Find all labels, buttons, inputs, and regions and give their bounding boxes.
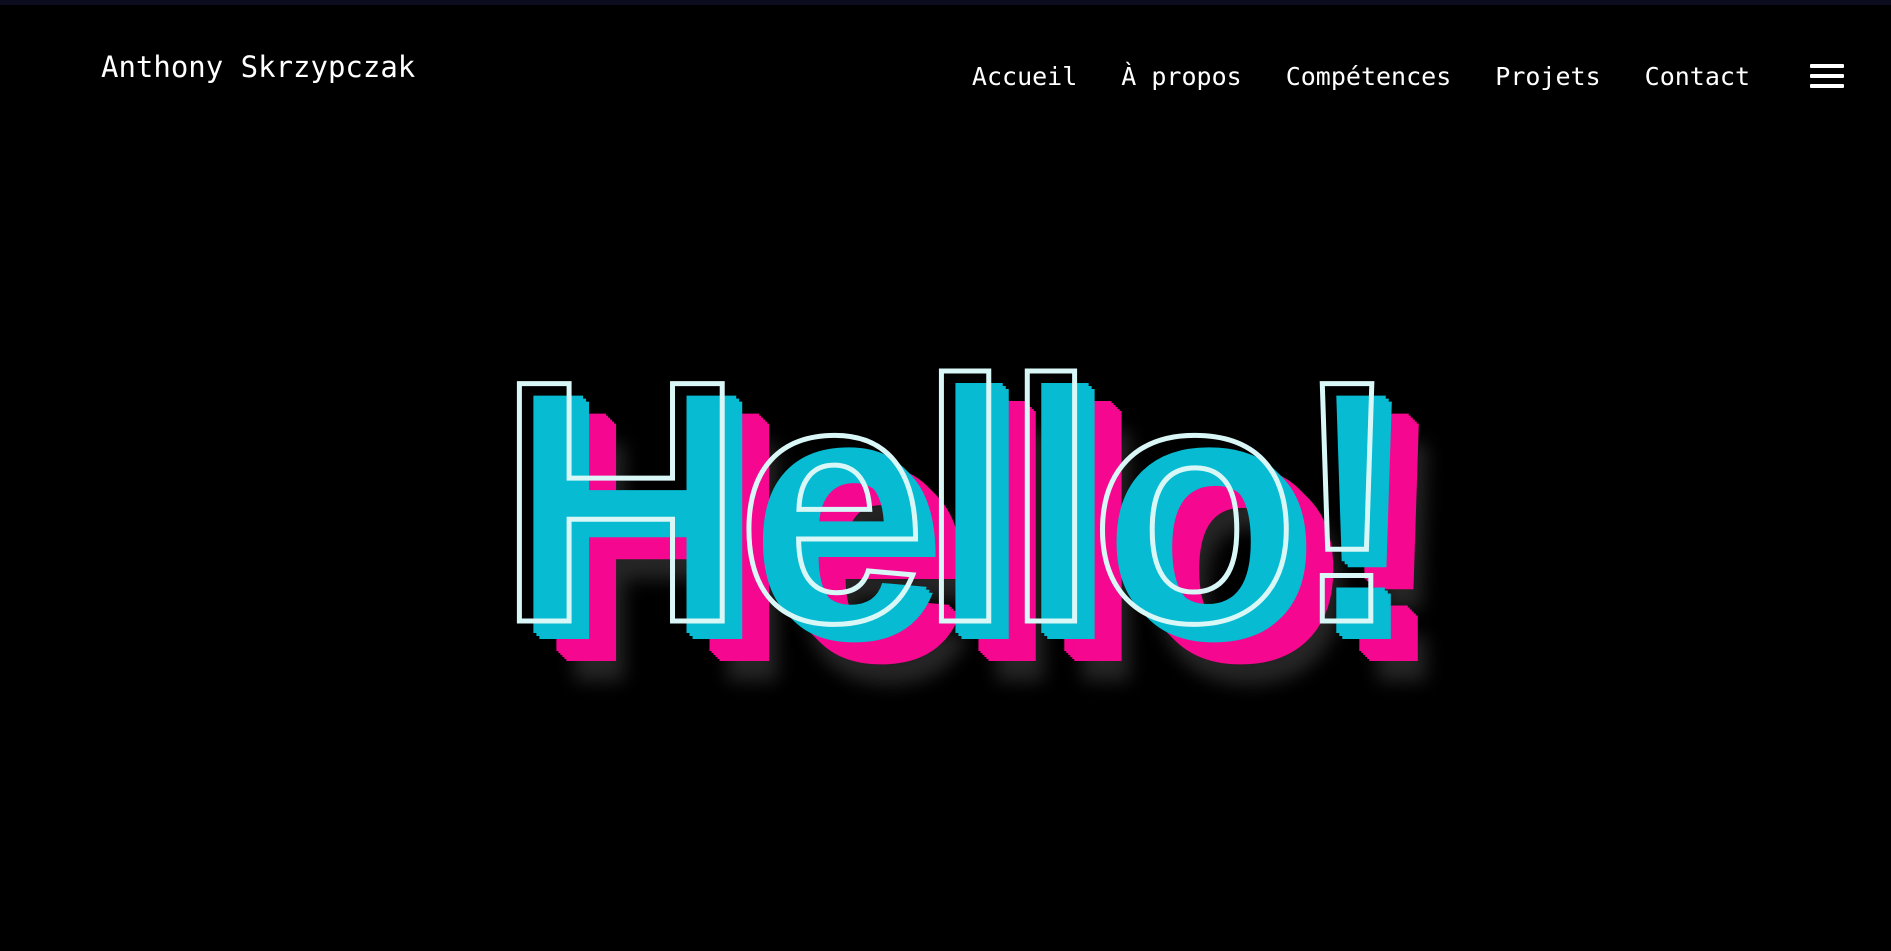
- menu-icon-bar: [1810, 84, 1844, 88]
- nav-links: Accueil À propos Compétences Projets Con…: [928, 62, 1750, 91]
- site-brand-name[interactable]: Anthony Skrzypczak: [101, 50, 415, 84]
- nav-link-competences[interactable]: Compétences: [1286, 62, 1452, 91]
- hero-heading: Hello!: [494, 310, 1407, 695]
- hero-section: Hello! Hello! Hello! Hello!: [0, 310, 1891, 736]
- main-nav: Accueil À propos Compétences Projets Con…: [928, 56, 1891, 96]
- menu-icon-bar: [1810, 64, 1844, 68]
- hamburger-menu-icon[interactable]: [1810, 62, 1844, 90]
- nav-link-contact[interactable]: Contact: [1645, 62, 1750, 91]
- nav-link-accueil[interactable]: Accueil: [972, 62, 1077, 91]
- nav-link-a-propos[interactable]: À propos: [1121, 62, 1241, 91]
- nav-link-projets[interactable]: Projets: [1495, 62, 1600, 91]
- top-edge-bar: [0, 0, 1891, 5]
- menu-icon-bar: [1810, 74, 1844, 78]
